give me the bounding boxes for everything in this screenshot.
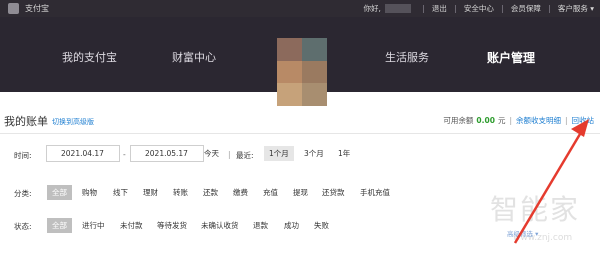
today-button[interactable]: 今天 — [199, 146, 224, 161]
category-repayment[interactable]: 还款 — [203, 185, 218, 200]
category-all[interactable]: 全部 — [47, 185, 72, 200]
logout-link[interactable]: 退出 — [432, 3, 447, 14]
nav-life-services[interactable]: 生活服务 — [385, 49, 429, 65]
category-transfer[interactable]: 转账 — [173, 185, 188, 200]
customer-service-link[interactable]: 客户服务 ▾ — [558, 3, 594, 14]
category-wealth[interactable]: 理财 — [143, 185, 158, 200]
range-3-months[interactable]: 3个月 — [299, 146, 329, 161]
watermark-text: 智能家 — [490, 193, 581, 226]
divider — [454, 4, 456, 13]
start-date-input[interactable]: 2021.04.17 — [46, 145, 120, 162]
top-bar: 支付宝 你好, 退出 安全中心 会员保障 客户服务 ▾ — [0, 0, 600, 17]
top-links: 你好, 退出 安全中心 会员保障 客户服务 ▾ — [363, 3, 594, 14]
alipay-logo-icon[interactable] — [8, 3, 19, 14]
divider — [422, 4, 424, 13]
avatar[interactable] — [277, 38, 327, 106]
greeting: 你好, — [363, 4, 381, 13]
balance-label: 可用余额 — [443, 116, 474, 125]
recycle-bin-link[interactable]: 回收站 — [572, 115, 595, 126]
date-range-dash: - — [123, 150, 126, 159]
logo-text[interactable]: 支付宝 — [25, 3, 49, 14]
main-nav: 我的支付宝 财富中心 生活服务 账户管理 — [0, 17, 600, 106]
status-all[interactable]: 全部 — [47, 218, 72, 233]
divider — [548, 4, 550, 13]
category-bills[interactable]: 缴费 — [233, 185, 248, 200]
status-in-progress[interactable]: 进行中 — [82, 218, 105, 233]
range-1-month[interactable]: 1个月 — [264, 146, 294, 161]
end-date-input[interactable]: 2021.05.17 — [130, 145, 204, 162]
section-divider — [0, 133, 600, 134]
blurred-username — [384, 4, 411, 13]
divider: | — [228, 150, 231, 159]
recent-label: 最近: — [236, 151, 254, 160]
balance-area: 可用余额 0.00 元 | 余额收支明细 | 回收站 — [443, 115, 594, 126]
divider: | — [564, 116, 568, 125]
member-protection-link[interactable]: 会员保障 — [511, 3, 541, 14]
status-success[interactable]: 成功 — [284, 218, 299, 233]
category-withdraw[interactable]: 提现 — [293, 185, 308, 200]
balance-unit: 元 — [497, 116, 506, 125]
category-mobile-top-up[interactable]: 手机充值 — [360, 185, 390, 200]
advanced-filter-link[interactable]: 高级筛选 ▾ — [507, 228, 538, 238]
nav-my-alipay[interactable]: 我的支付宝 — [62, 49, 117, 65]
page-title: 我的账单 — [4, 115, 48, 128]
status-refund[interactable]: 退款 — [253, 218, 268, 233]
balance-detail-link[interactable]: 余额收支明细 — [516, 115, 561, 126]
category-offline[interactable]: 线下 — [113, 185, 128, 200]
status-unconfirmed-receipt[interactable]: 未确认收货 — [201, 218, 239, 233]
divider — [501, 4, 503, 13]
balance-amount: 0.00 — [476, 116, 495, 125]
divider: | — [509, 116, 512, 125]
status-awaiting-shipment[interactable]: 等待发货 — [157, 218, 187, 233]
status-unpaid[interactable]: 未付款 — [120, 218, 143, 233]
category-shopping[interactable]: 购物 — [82, 185, 97, 200]
switch-advanced-link[interactable]: 切换到高级版 — [52, 117, 94, 127]
status-failed[interactable]: 失败 — [314, 218, 329, 233]
category-top-up[interactable]: 充值 — [263, 185, 278, 200]
status-label: 状态: — [14, 222, 32, 231]
security-center-link[interactable]: 安全中心 — [464, 3, 494, 14]
category-loan-repayment[interactable]: 还贷款 — [322, 185, 345, 200]
category-label: 分类: — [14, 189, 32, 198]
range-1-year[interactable]: 1年 — [333, 146, 355, 161]
nav-account-management[interactable]: 账户管理 — [487, 49, 535, 66]
time-label: 时间: — [14, 151, 32, 160]
nav-wealth-center[interactable]: 财富中心 — [172, 49, 216, 65]
